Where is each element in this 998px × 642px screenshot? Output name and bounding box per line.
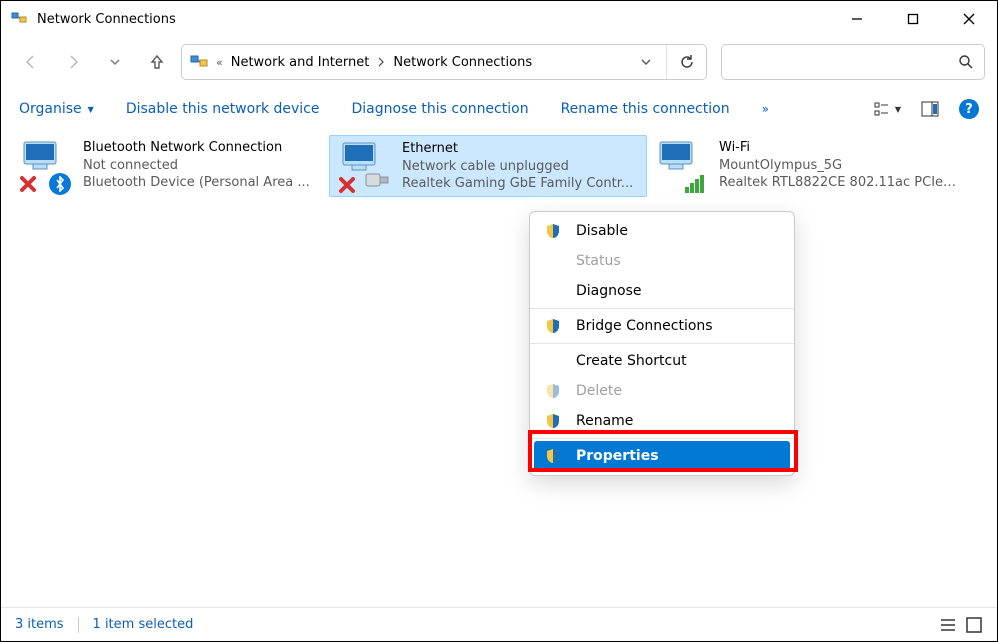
ctx-shortcut-label: Create Shortcut — [576, 353, 687, 369]
ctx-properties-label: Properties — [576, 448, 659, 464]
disable-device-label: Disable this network device — [126, 101, 320, 117]
bluetooth-connection-icon — [17, 139, 75, 195]
shield-icon — [544, 317, 562, 335]
ctx-properties[interactable]: Properties — [534, 441, 790, 471]
connection-status: Not connected — [83, 157, 310, 175]
organise-menu[interactable]: Organise ▼ — [19, 101, 94, 117]
address-bar[interactable]: « Network and Internet Network Connectio… — [181, 44, 707, 80]
context-menu: Disable Status Diagnose Bridge Connectio… — [529, 211, 795, 476]
ctx-rename[interactable]: Rename — [530, 406, 794, 436]
ctx-shortcut[interactable]: Create Shortcut — [530, 346, 794, 376]
diagnose-connection-command[interactable]: Diagnose this connection — [352, 101, 529, 117]
breadcrumb-parent-label: Network and Internet — [231, 55, 370, 70]
ctx-rename-label: Rename — [576, 413, 633, 429]
window-title: Network Connections — [37, 12, 176, 27]
details-view-button[interactable] — [939, 616, 957, 634]
shield-icon — [544, 412, 562, 430]
dropdown-arrow-icon: ▼ — [88, 105, 94, 114]
chevron-right-icon[interactable] — [377, 57, 385, 67]
organise-label: Organise — [19, 101, 82, 117]
command-overflow-button[interactable]: » — [762, 102, 769, 116]
connection-device: Realtek RTL8822CE 802.11ac PCIe ... — [719, 174, 959, 192]
breadcrumb-current[interactable]: Network Connections — [393, 55, 532, 70]
connection-name: Ethernet — [402, 140, 633, 158]
up-button[interactable] — [139, 44, 175, 80]
status-bar: 3 items 1 item selected — [1, 607, 997, 641]
ctx-delete-label: Delete — [576, 383, 622, 399]
connection-status: Network cable unplugged — [402, 158, 633, 176]
navigation-row: « Network and Internet Network Connectio… — [1, 37, 997, 87]
search-box[interactable] — [721, 44, 985, 80]
ctx-disable[interactable]: Disable — [530, 216, 794, 246]
breadcrumb-prefix-icon: « — [216, 56, 223, 69]
breadcrumb-current-label: Network Connections — [393, 55, 532, 70]
connections-list: Bluetooth Network Connection Not connect… — [1, 131, 997, 201]
search-icon[interactable] — [958, 54, 974, 70]
ctx-diagnose[interactable]: Diagnose — [530, 276, 794, 306]
ctx-status-label: Status — [576, 253, 621, 269]
search-input[interactable] — [732, 55, 958, 70]
ctx-bridge-label: Bridge Connections — [576, 318, 713, 334]
connection-item-wifi[interactable]: Wi-Fi MountOlympus_5G Realtek RTL8822CE … — [647, 135, 965, 197]
wifi-connection-icon — [653, 139, 711, 195]
network-connections-icon — [11, 11, 27, 27]
ctx-status: Status — [530, 246, 794, 276]
connection-name: Bluetooth Network Connection — [83, 139, 310, 157]
menu-separator — [530, 308, 794, 309]
forward-button[interactable] — [55, 44, 91, 80]
title-bar: Network Connections — [1, 1, 997, 37]
selection-count: 1 item selected — [93, 617, 194, 632]
command-bar: Organise ▼ Disable this network device D… — [1, 87, 997, 131]
minimize-button[interactable] — [829, 1, 885, 37]
menu-separator — [530, 343, 794, 344]
large-icons-view-button[interactable] — [965, 616, 983, 634]
ctx-diagnose-label: Diagnose — [576, 283, 641, 299]
disable-device-command[interactable]: Disable this network device — [126, 101, 320, 117]
bluetooth-badge-icon — [49, 173, 71, 195]
shield-icon — [544, 382, 562, 400]
diagnose-connection-label: Diagnose this connection — [352, 101, 529, 117]
dropdown-arrow-icon: ▼ — [895, 105, 901, 114]
connection-item-ethernet[interactable]: Ethernet Network cable unplugged Realtek… — [329, 135, 647, 197]
rename-connection-command[interactable]: Rename this connection — [561, 101, 730, 117]
preview-pane-button[interactable] — [921, 100, 939, 118]
item-count: 3 items — [15, 617, 64, 632]
ctx-delete: Delete — [530, 376, 794, 406]
menu-separator — [530, 438, 794, 439]
connection-item-bluetooth[interactable]: Bluetooth Network Connection Not connect… — [11, 135, 329, 197]
view-options-button[interactable]: ▼ — [873, 100, 901, 118]
shield-icon — [544, 222, 562, 240]
ethernet-connection-icon — [336, 140, 394, 196]
address-history-button[interactable] — [626, 45, 666, 79]
close-button[interactable] — [941, 1, 997, 37]
status-divider — [78, 617, 79, 633]
connection-status: MountOlympus_5G — [719, 157, 959, 175]
ctx-bridge[interactable]: Bridge Connections — [530, 311, 794, 341]
maximize-button[interactable] — [885, 1, 941, 37]
help-button[interactable]: ? — [959, 99, 979, 119]
refresh-button[interactable] — [666, 45, 706, 79]
recent-locations-button[interactable] — [97, 44, 133, 80]
rename-connection-label: Rename this connection — [561, 101, 730, 117]
breadcrumb-parent[interactable]: Network and Internet — [231, 55, 370, 70]
connection-device: Bluetooth Device (Personal Area ... — [83, 174, 310, 192]
ctx-disable-label: Disable — [576, 223, 628, 239]
connection-name: Wi-Fi — [719, 139, 959, 157]
shield-icon — [544, 447, 562, 465]
connection-device: Realtek Gaming GbE Family Contr... — [402, 175, 633, 192]
network-location-icon — [190, 53, 208, 71]
back-button[interactable] — [13, 44, 49, 80]
